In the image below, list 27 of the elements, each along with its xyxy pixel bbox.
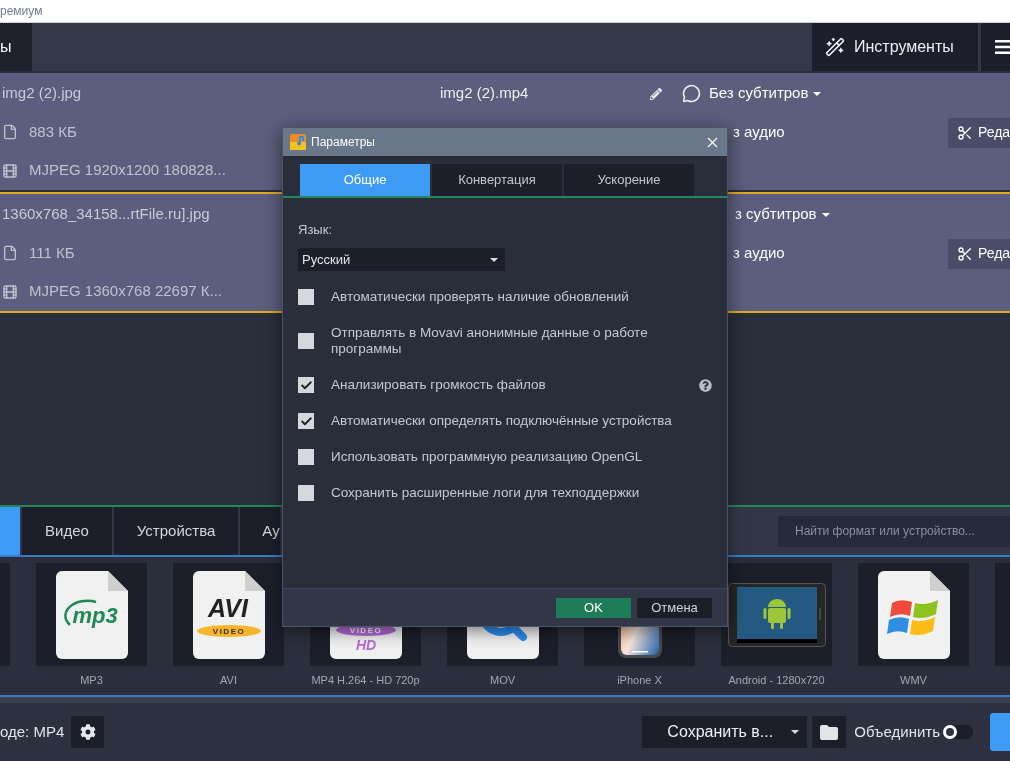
option-label: Автоматически проверять наличие обновлений xyxy=(331,289,629,305)
file-name: img2 (2).jpg xyxy=(2,83,82,104)
format-label: MP3 xyxy=(80,674,103,686)
format-label: AVI xyxy=(220,674,237,686)
output-name: img2 (2).mp4 xyxy=(440,83,530,104)
file-size: 111 КБ xyxy=(29,242,75,263)
format-label: iPhone X xyxy=(617,674,662,686)
file-name: 1360x768_34158...rtFile.ru].jpg xyxy=(2,204,210,225)
option-label: Сохранить расширенные логи для техподдержки xyxy=(331,485,640,501)
format-label: MP4 H.264 - HD 720p xyxy=(311,674,420,686)
codec-info: MJPEG 1360x768 22697 К... xyxy=(29,281,223,302)
format-label: Android - 1280x720 xyxy=(728,674,825,686)
format-label: WMV xyxy=(900,674,927,686)
file-format-icon: mp3 xyxy=(55,570,128,659)
merge-label: Объединить xyxy=(854,721,940,742)
dialog-title: Параметры xyxy=(311,134,375,151)
option-label: Использовать программную реализацию OpenGL xyxy=(331,449,643,465)
format-label: MOV xyxy=(489,674,516,686)
option-label: Отправлять в Movavi анонимные данные о работе программы xyxy=(331,325,649,357)
language-label: Язык: xyxy=(298,222,332,238)
window-title: ремиум xyxy=(0,5,43,17)
codec-info: MJPEG 1920x1200 180828... xyxy=(29,160,226,181)
option-label: Анализировать громкость файлов xyxy=(331,377,546,393)
file-format-icon: AVI VIDEO xyxy=(192,570,265,659)
option-label: Автоматически определять подключённые устройства xyxy=(331,413,672,429)
file-size: 883 КБ xyxy=(29,121,77,142)
output-format-label: оде: MP4 xyxy=(0,721,65,742)
